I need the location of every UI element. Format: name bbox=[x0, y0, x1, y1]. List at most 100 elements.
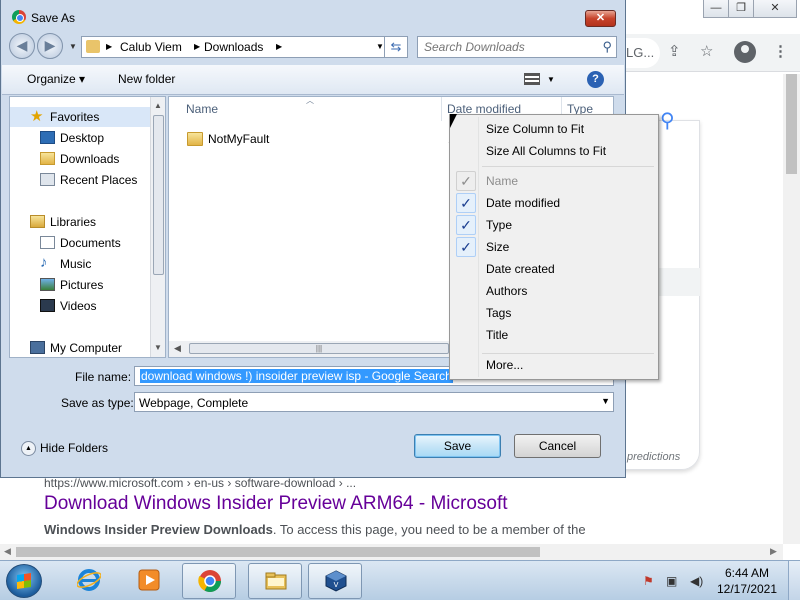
column-divider[interactable] bbox=[441, 97, 442, 121]
search-icon[interactable]: ⚲ bbox=[602, 39, 612, 55]
menu-item-label: Name bbox=[486, 174, 519, 188]
window-close-button[interactable]: ✕ bbox=[753, 0, 797, 18]
taskbar-file-explorer[interactable] bbox=[248, 563, 302, 599]
taskbar-chrome[interactable] bbox=[182, 563, 236, 599]
nav-label: Pictures bbox=[60, 278, 104, 292]
google-search-icon[interactable]: ⚲ bbox=[660, 108, 675, 133]
back-button[interactable]: ◀ bbox=[9, 33, 35, 59]
nav-pane-scrollbar[interactable]: ▲ ▼ bbox=[150, 97, 165, 357]
menu-item-column-size[interactable]: ✓ Size bbox=[452, 236, 656, 258]
menu-item-label: Size All Columns to Fit bbox=[486, 144, 607, 158]
pictures-icon bbox=[40, 278, 55, 291]
chevron-right-icon[interactable]: ▶ bbox=[276, 42, 282, 51]
snippet-bold: Windows Insider Preview Downloads bbox=[44, 522, 273, 537]
cancel-button[interactable]: Cancel bbox=[514, 434, 601, 458]
menu-item-column-tags[interactable]: Tags bbox=[452, 302, 656, 324]
breadcrumb-downloads[interactable]: Downloads bbox=[204, 40, 263, 54]
action-center-flag-icon[interactable]: ⚑ bbox=[643, 574, 654, 588]
scroll-down-arrow-icon[interactable]: ▼ bbox=[154, 343, 162, 352]
dialog-titlebar[interactable]: Save As ✕ bbox=[1, 0, 625, 36]
address-history-dropdown-icon[interactable]: ▼ bbox=[376, 42, 384, 51]
show-desktop-button[interactable] bbox=[788, 561, 800, 600]
taskbar-virtualbox[interactable]: V bbox=[308, 563, 362, 599]
scroll-left-arrow-icon[interactable]: ◀ bbox=[174, 343, 181, 354]
recent-pages-dropdown-icon[interactable]: ▼ bbox=[69, 42, 77, 51]
breadcrumb-user[interactable]: Calub Viem bbox=[120, 40, 182, 54]
scroll-thumb[interactable] bbox=[16, 547, 540, 557]
nav-downloads[interactable]: Downloads bbox=[10, 149, 150, 169]
file-name[interactable]: NotMyFault bbox=[208, 132, 269, 146]
refresh-button[interactable]: ⇆ bbox=[384, 36, 408, 58]
scroll-right-arrow-icon[interactable]: ▶ bbox=[770, 546, 777, 557]
clock-time: 6:44 AM bbox=[724, 566, 770, 580]
maximize-button[interactable]: ❐ bbox=[728, 0, 754, 18]
nav-my-computer[interactable]: My Computer bbox=[10, 338, 150, 357]
start-button[interactable] bbox=[6, 564, 42, 598]
checkmark-icon: ✓ bbox=[456, 193, 476, 213]
search-box[interactable]: ⚲ bbox=[417, 36, 617, 58]
nav-recent-places[interactable]: Recent Places bbox=[10, 170, 150, 190]
nav-label: Libraries bbox=[50, 215, 97, 229]
view-options-icon[interactable] bbox=[524, 73, 540, 85]
hide-folders-toggle[interactable]: ▲ Hide Folders bbox=[21, 441, 108, 457]
save-button[interactable]: Save bbox=[414, 434, 501, 458]
column-header-name[interactable]: Name bbox=[186, 102, 218, 116]
system-clock[interactable]: 6:44 AM 12/17/2021 bbox=[712, 565, 782, 597]
menu-item-column-date-modified[interactable]: ✓ Date modified bbox=[452, 192, 656, 214]
share-icon[interactable]: ⇪ bbox=[668, 42, 681, 60]
recent-places-icon bbox=[40, 173, 55, 186]
nav-pictures[interactable]: Pictures bbox=[10, 275, 150, 295]
report-predictions-link[interactable]: predictions bbox=[627, 451, 680, 463]
menu-item-column-authors[interactable]: Authors bbox=[452, 280, 656, 302]
nav-music[interactable]: ♪ Music bbox=[10, 254, 150, 274]
result-title-link[interactable]: Download Windows Insider Preview ARM64 -… bbox=[44, 493, 508, 515]
chevron-down-icon[interactable]: ▼ bbox=[601, 396, 610, 406]
file-name-value[interactable]: download windows !) insoider preview isp… bbox=[140, 369, 453, 383]
nav-videos[interactable]: Videos bbox=[10, 296, 150, 316]
nav-favorites[interactable]: ★ Favorites bbox=[10, 107, 150, 127]
nav-desktop[interactable]: Desktop bbox=[10, 128, 150, 148]
help-icon[interactable]: ? bbox=[587, 71, 604, 88]
snippet-text: . To access this page, you need to be a … bbox=[272, 522, 586, 537]
menu-item-column-title[interactable]: Title bbox=[452, 324, 656, 346]
menu-kebab-icon[interactable]: ⋮ bbox=[773, 42, 788, 60]
save-as-type-select[interactable]: Webpage, Complete ▼ bbox=[134, 392, 614, 412]
profile-avatar-icon[interactable] bbox=[734, 41, 756, 63]
nav-libraries[interactable]: Libraries bbox=[10, 212, 150, 232]
downloads-folder-icon bbox=[40, 152, 55, 165]
scroll-thumb[interactable]: ||| bbox=[189, 343, 449, 354]
dialog-title: Save As bbox=[31, 11, 76, 25]
page-vertical-scrollbar[interactable] bbox=[783, 74, 800, 544]
view-dropdown-icon[interactable]: ▼ bbox=[547, 75, 555, 84]
chevron-right-icon[interactable]: ▶ bbox=[106, 42, 112, 51]
menu-item-column-type[interactable]: ✓ Type bbox=[452, 214, 656, 236]
volume-icon[interactable]: ◀) bbox=[690, 574, 703, 588]
address-bar[interactable]: ▶ Calub Viem ▶ Downloads ▶ ▼ bbox=[81, 36, 391, 58]
scroll-thumb[interactable] bbox=[786, 74, 797, 174]
menu-item-more[interactable]: More... bbox=[452, 354, 656, 376]
chevron-right-icon[interactable]: ▶ bbox=[194, 42, 200, 51]
scroll-thumb[interactable] bbox=[153, 115, 164, 275]
organize-button[interactable]: Organize ▾ bbox=[27, 72, 85, 86]
scroll-up-arrow-icon[interactable]: ▲ bbox=[154, 101, 162, 110]
forward-button[interactable]: ▶ bbox=[37, 33, 63, 59]
menu-item-column-date-created[interactable]: Date created bbox=[452, 258, 656, 280]
windows-taskbar: V ⚑ ▣ ◀) 6:44 AM 12/17/2021 bbox=[0, 560, 800, 600]
menu-item-size-all-columns-to-fit[interactable]: Size All Columns to Fit bbox=[452, 140, 656, 162]
nav-documents[interactable]: Documents bbox=[10, 233, 150, 253]
dialog-toolbar: Organize ▾ New folder ▼ ? bbox=[2, 65, 624, 95]
taskbar-internet-explorer[interactable] bbox=[62, 563, 116, 599]
new-folder-button[interactable]: New folder bbox=[118, 72, 175, 86]
scroll-left-arrow-icon[interactable]: ◀ bbox=[4, 546, 11, 557]
dialog-close-button[interactable]: ✕ bbox=[585, 10, 616, 27]
taskbar-media-player[interactable] bbox=[122, 563, 176, 599]
omnibox[interactable]: LG... bbox=[620, 38, 660, 68]
search-input[interactable] bbox=[422, 39, 592, 55]
bookmark-star-icon[interactable]: ☆ bbox=[700, 42, 713, 60]
menu-item-size-column-to-fit[interactable]: Size Column to Fit bbox=[452, 118, 656, 140]
network-icon[interactable]: ▣ bbox=[666, 574, 677, 588]
file-explorer-icon bbox=[265, 572, 287, 590]
page-horizontal-scrollbar[interactable]: ◀ ▶ bbox=[0, 544, 783, 560]
chevron-up-icon: ▲ bbox=[21, 441, 36, 457]
minimize-button[interactable]: — bbox=[703, 0, 729, 18]
